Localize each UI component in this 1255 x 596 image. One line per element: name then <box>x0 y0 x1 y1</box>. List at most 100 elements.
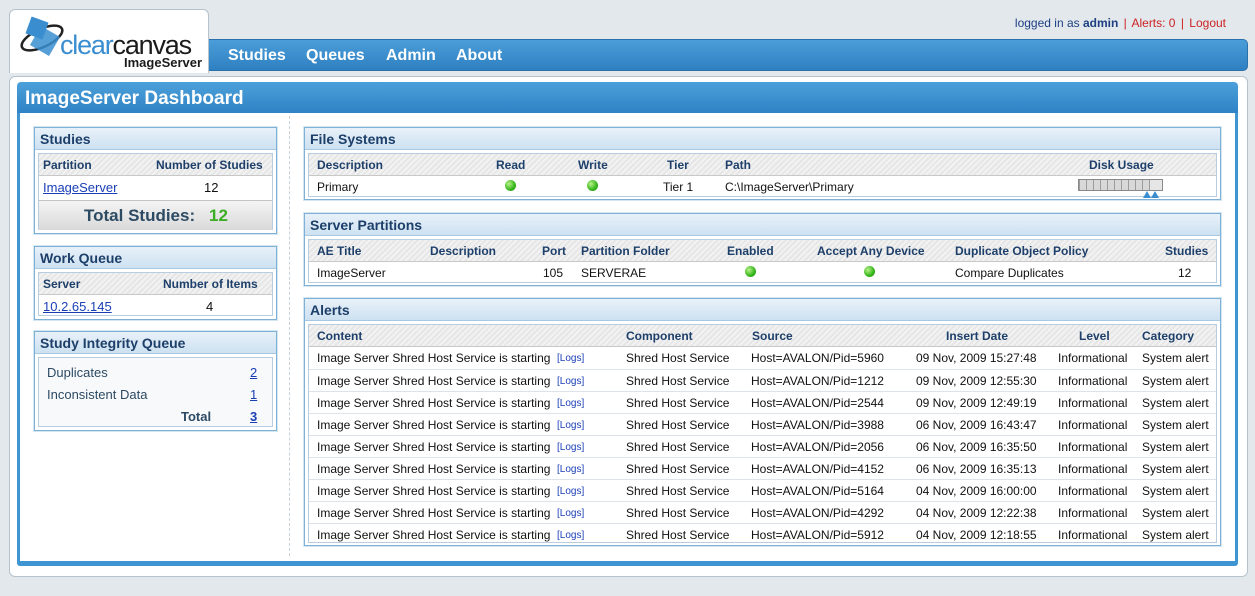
integrity-link-duplicates[interactable]: 2 <box>250 365 257 380</box>
alerts-panel: Alerts Content Component Source Insert D… <box>304 298 1221 546</box>
col-port: Port <box>542 244 566 258</box>
alert-category: System alert <box>1142 374 1209 388</box>
alert-insert-date: 06 Nov, 2009 16:35:13 <box>916 462 1037 476</box>
alert-content: Image Server Shred Host Service is start… <box>317 374 551 388</box>
alert-source: Host=AVALON/Pid=2056 <box>751 440 884 454</box>
nav-queues[interactable]: Queues <box>306 47 365 65</box>
partition-link-imageserver[interactable]: ImageServer <box>43 180 117 195</box>
integrity-total-label: Total <box>181 409 212 424</box>
alert-logs-link[interactable]: [Logs] <box>557 376 584 387</box>
studies-panel: Studies Partition Number of Studies Imag… <box>34 127 277 234</box>
partition-ae-title: ImageServer <box>317 266 386 280</box>
partition-policy: Compare Duplicates <box>955 266 1064 280</box>
integrity-total-link[interactable]: 3 <box>250 409 257 424</box>
alert-source: Host=AVALON/Pid=1212 <box>751 374 884 388</box>
studies-panel-title: Studies <box>35 128 276 150</box>
col-content: Content <box>317 329 363 343</box>
study-integrity-table: Duplicates 2 Inconsistent Data 1 Total 3 <box>38 357 273 427</box>
table-row: Image Server Shred Host Service is start… <box>309 413 1216 435</box>
file-systems-panel: File Systems Description Read Write Tier… <box>304 127 1221 200</box>
disk-usage-bar[interactable] <box>1078 179 1163 191</box>
col-enabled: Enabled <box>727 244 774 258</box>
nav-about[interactable]: About <box>456 47 502 65</box>
col-level: Level <box>1079 329 1110 343</box>
logo: clearcanvas ImageServer <box>9 9 209 73</box>
user-bar: logged in as admin | Alerts: 0 | Logout <box>1014 16 1226 30</box>
col-server: Server <box>43 277 81 291</box>
alert-logs-link[interactable]: [Logs] <box>557 353 584 364</box>
fs-path: C:\ImageServer\Primary <box>725 180 854 194</box>
integrity-link-inconsistent[interactable]: 1 <box>250 387 257 402</box>
alert-logs-link[interactable]: [Logs] <box>557 508 584 519</box>
col-read: Read <box>496 158 526 172</box>
col-ae-title: AE Title <box>317 244 362 258</box>
studies-table: Partition Number of Studies ImageServer … <box>38 153 273 230</box>
partition-port: 105 <box>543 266 564 280</box>
alert-category: System alert <box>1142 528 1209 542</box>
nav-admin[interactable]: Admin <box>386 47 436 65</box>
table-row: Image Server Shred Host Service is start… <box>309 347 1216 369</box>
col-component: Component <box>626 329 693 343</box>
alert-logs-link[interactable]: [Logs] <box>557 464 584 475</box>
alert-logs-link[interactable]: [Logs] <box>557 486 584 497</box>
alert-category: System alert <box>1142 462 1209 476</box>
alert-component: Shred Host Service <box>626 484 730 498</box>
work-queue-table: Server Number of Items 10.2.65.145 4 <box>38 272 273 316</box>
alert-logs-link[interactable]: [Logs] <box>557 398 584 409</box>
alert-content: Image Server Shred Host Service is start… <box>317 418 551 432</box>
server-partitions-panel-title: Server Partitions <box>305 214 1220 236</box>
table-row: Image Server Shred Host Service is start… <box>309 479 1216 501</box>
table-row: Image Server Shred Host Service is start… <box>309 369 1216 391</box>
fs-read-status-icon <box>505 180 516 191</box>
alert-component: Shred Host Service <box>626 462 730 476</box>
logged-in-label: logged in as <box>1014 16 1080 30</box>
alert-insert-date: 04 Nov, 2009 16:00:00 <box>916 484 1037 498</box>
alert-source: Host=AVALON/Pid=2544 <box>751 396 884 410</box>
alert-component: Shred Host Service <box>626 351 730 365</box>
alert-level: Informational <box>1058 506 1128 520</box>
file-systems-panel-title: File Systems <box>305 128 1220 150</box>
logout-link[interactable]: Logout <box>1189 16 1226 30</box>
col-partition-description: Description <box>430 244 497 258</box>
table-row: Image Server Shred Host Service is start… <box>309 457 1216 479</box>
col-number-of-studies: Number of Studies <box>156 158 263 172</box>
alerts-link[interactable]: Alerts: 0 <box>1131 16 1175 30</box>
alert-insert-date: 06 Nov, 2009 16:35:50 <box>916 440 1037 454</box>
total-studies-label: Total Studies: <box>84 206 196 225</box>
col-write: Write <box>578 158 608 172</box>
alert-content: Image Server Shred Host Service is start… <box>317 351 551 365</box>
study-integrity-panel-title: Study Integrity Queue <box>35 332 276 354</box>
alert-content: Image Server Shred Host Service is start… <box>317 462 551 476</box>
fs-write-status-icon <box>587 180 598 191</box>
alert-source: Host=AVALON/Pid=3988 <box>751 418 884 432</box>
alert-level: Informational <box>1058 374 1128 388</box>
alert-logs-link[interactable]: [Logs] <box>557 530 584 541</box>
col-duplicate-policy: Duplicate Object Policy <box>955 244 1089 258</box>
alert-logs-link[interactable]: [Logs] <box>557 420 584 431</box>
study-integrity-panel: Study Integrity Queue Duplicates 2 Incon… <box>34 331 277 431</box>
alert-insert-date: 04 Nov, 2009 12:18:55 <box>916 528 1037 542</box>
page-title: ImageServer Dashboard <box>17 82 1238 113</box>
alert-source: Host=AVALON/Pid=5912 <box>751 528 884 542</box>
alert-logs-link[interactable]: [Logs] <box>557 442 584 453</box>
table-row: Image Server Shred Host Service is start… <box>309 523 1216 545</box>
total-studies-value: 12 <box>209 206 228 225</box>
server-link[interactable]: 10.2.65.145 <box>43 299 112 314</box>
integrity-label-duplicates: Duplicates <box>47 365 108 380</box>
table-row: Image Server Shred Host Service is start… <box>309 435 1216 457</box>
alert-level: Informational <box>1058 528 1128 542</box>
alert-category: System alert <box>1142 506 1209 520</box>
alert-insert-date: 06 Nov, 2009 16:43:47 <box>916 418 1037 432</box>
main-nav: Studies Queues Admin About <box>200 39 1248 71</box>
alert-component: Shred Host Service <box>626 440 730 454</box>
col-studies: Studies <box>1165 244 1209 258</box>
col-path: Path <box>725 158 752 172</box>
alert-component: Shred Host Service <box>626 506 730 520</box>
integrity-label-inconsistent: Inconsistent Data <box>47 387 148 402</box>
col-partition-folder: Partition Folder <box>581 244 670 258</box>
alert-component: Shred Host Service <box>626 418 730 432</box>
nav-studies[interactable]: Studies <box>228 47 286 65</box>
col-tier: Tier <box>667 158 689 172</box>
partition-folder: SERVERAE <box>581 266 647 280</box>
table-row: Image Server Shred Host Service is start… <box>309 391 1216 413</box>
